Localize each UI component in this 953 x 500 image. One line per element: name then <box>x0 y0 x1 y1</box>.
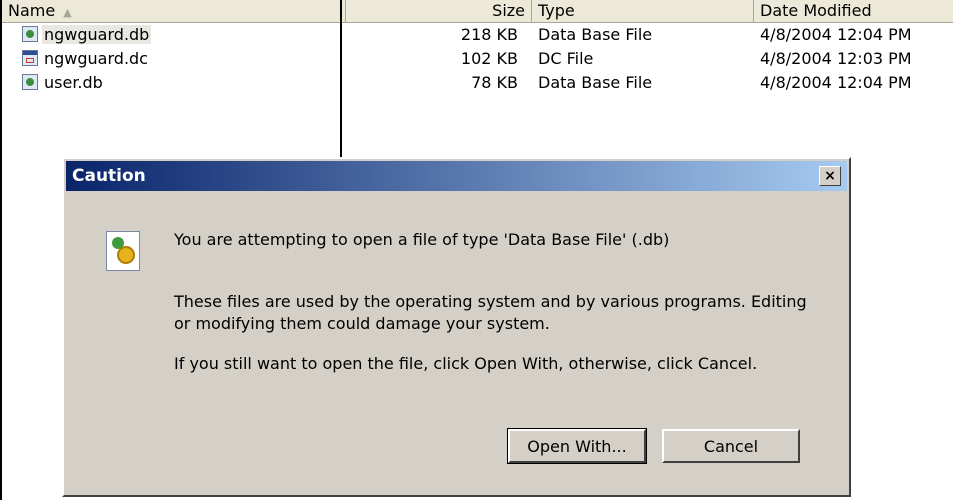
file-row[interactable]: ngwguard.db 218 KB Data Base File 4/8/20… <box>2 24 953 46</box>
column-header-name-label: Name <box>8 1 56 20</box>
column-header-name[interactable]: Name ▲ <box>2 0 346 22</box>
column-header-size-label: Size <box>492 1 525 20</box>
database-file-icon <box>22 26 38 42</box>
open-with-button-label: Open With... <box>527 437 627 456</box>
file-size: 218 KB <box>460 25 518 44</box>
database-file-icon <box>22 74 38 90</box>
dialog-message-file-type: You are attempting to open a file of typ… <box>174 230 670 249</box>
sort-ascending-icon: ▲ <box>63 6 72 19</box>
file-size: 102 KB <box>460 49 518 68</box>
cancel-button[interactable]: Cancel <box>662 429 800 463</box>
dialog-message-warning: These files are used by the operating sy… <box>174 292 807 333</box>
open-with-button[interactable]: Open With... <box>507 428 647 464</box>
file-type: DC File <box>538 49 594 68</box>
dialog-titlebar[interactable]: Caution × <box>66 161 847 191</box>
file-date-modified: 4/8/2004 12:04 PM <box>760 73 912 92</box>
file-date-modified: 4/8/2004 12:03 PM <box>760 49 912 68</box>
cancel-button-label: Cancel <box>703 437 759 456</box>
file-name: user.db <box>44 73 103 92</box>
dc-file-icon <box>22 50 38 66</box>
file-size: 78 KB <box>471 73 518 92</box>
column-header-size[interactable]: Size <box>346 0 532 22</box>
column-header-date-label: Date Modified <box>760 1 872 20</box>
column-header-type[interactable]: Type <box>532 0 754 22</box>
file-type: Data Base File <box>538 25 653 44</box>
file-name: ngwguard.db <box>42 25 152 44</box>
dialog-title: Caution <box>72 166 146 186</box>
file-row[interactable]: ngwguard.dc 102 KB DC File 4/8/2004 12:0… <box>2 48 953 70</box>
file-date-modified: 4/8/2004 12:04 PM <box>760 25 912 44</box>
file-type: Data Base File <box>538 73 653 92</box>
annotation-pointer-line <box>340 0 342 160</box>
close-icon: × <box>824 168 836 184</box>
caution-file-icon <box>106 231 140 271</box>
file-name: ngwguard.dc <box>44 49 148 68</box>
close-button[interactable]: × <box>819 166 841 186</box>
column-header-date-modified[interactable]: Date Modified <box>754 0 953 22</box>
column-header-row: Name ▲ Size Type Date Modified <box>2 0 953 23</box>
caution-dialog: Caution × You are attempting to open a f… <box>62 157 851 497</box>
column-header-type-label: Type <box>538 1 575 20</box>
file-row[interactable]: user.db 78 KB Data Base File 4/8/2004 12… <box>2 72 953 94</box>
dialog-message-instructions: If you still want to open the file, clic… <box>174 354 758 373</box>
